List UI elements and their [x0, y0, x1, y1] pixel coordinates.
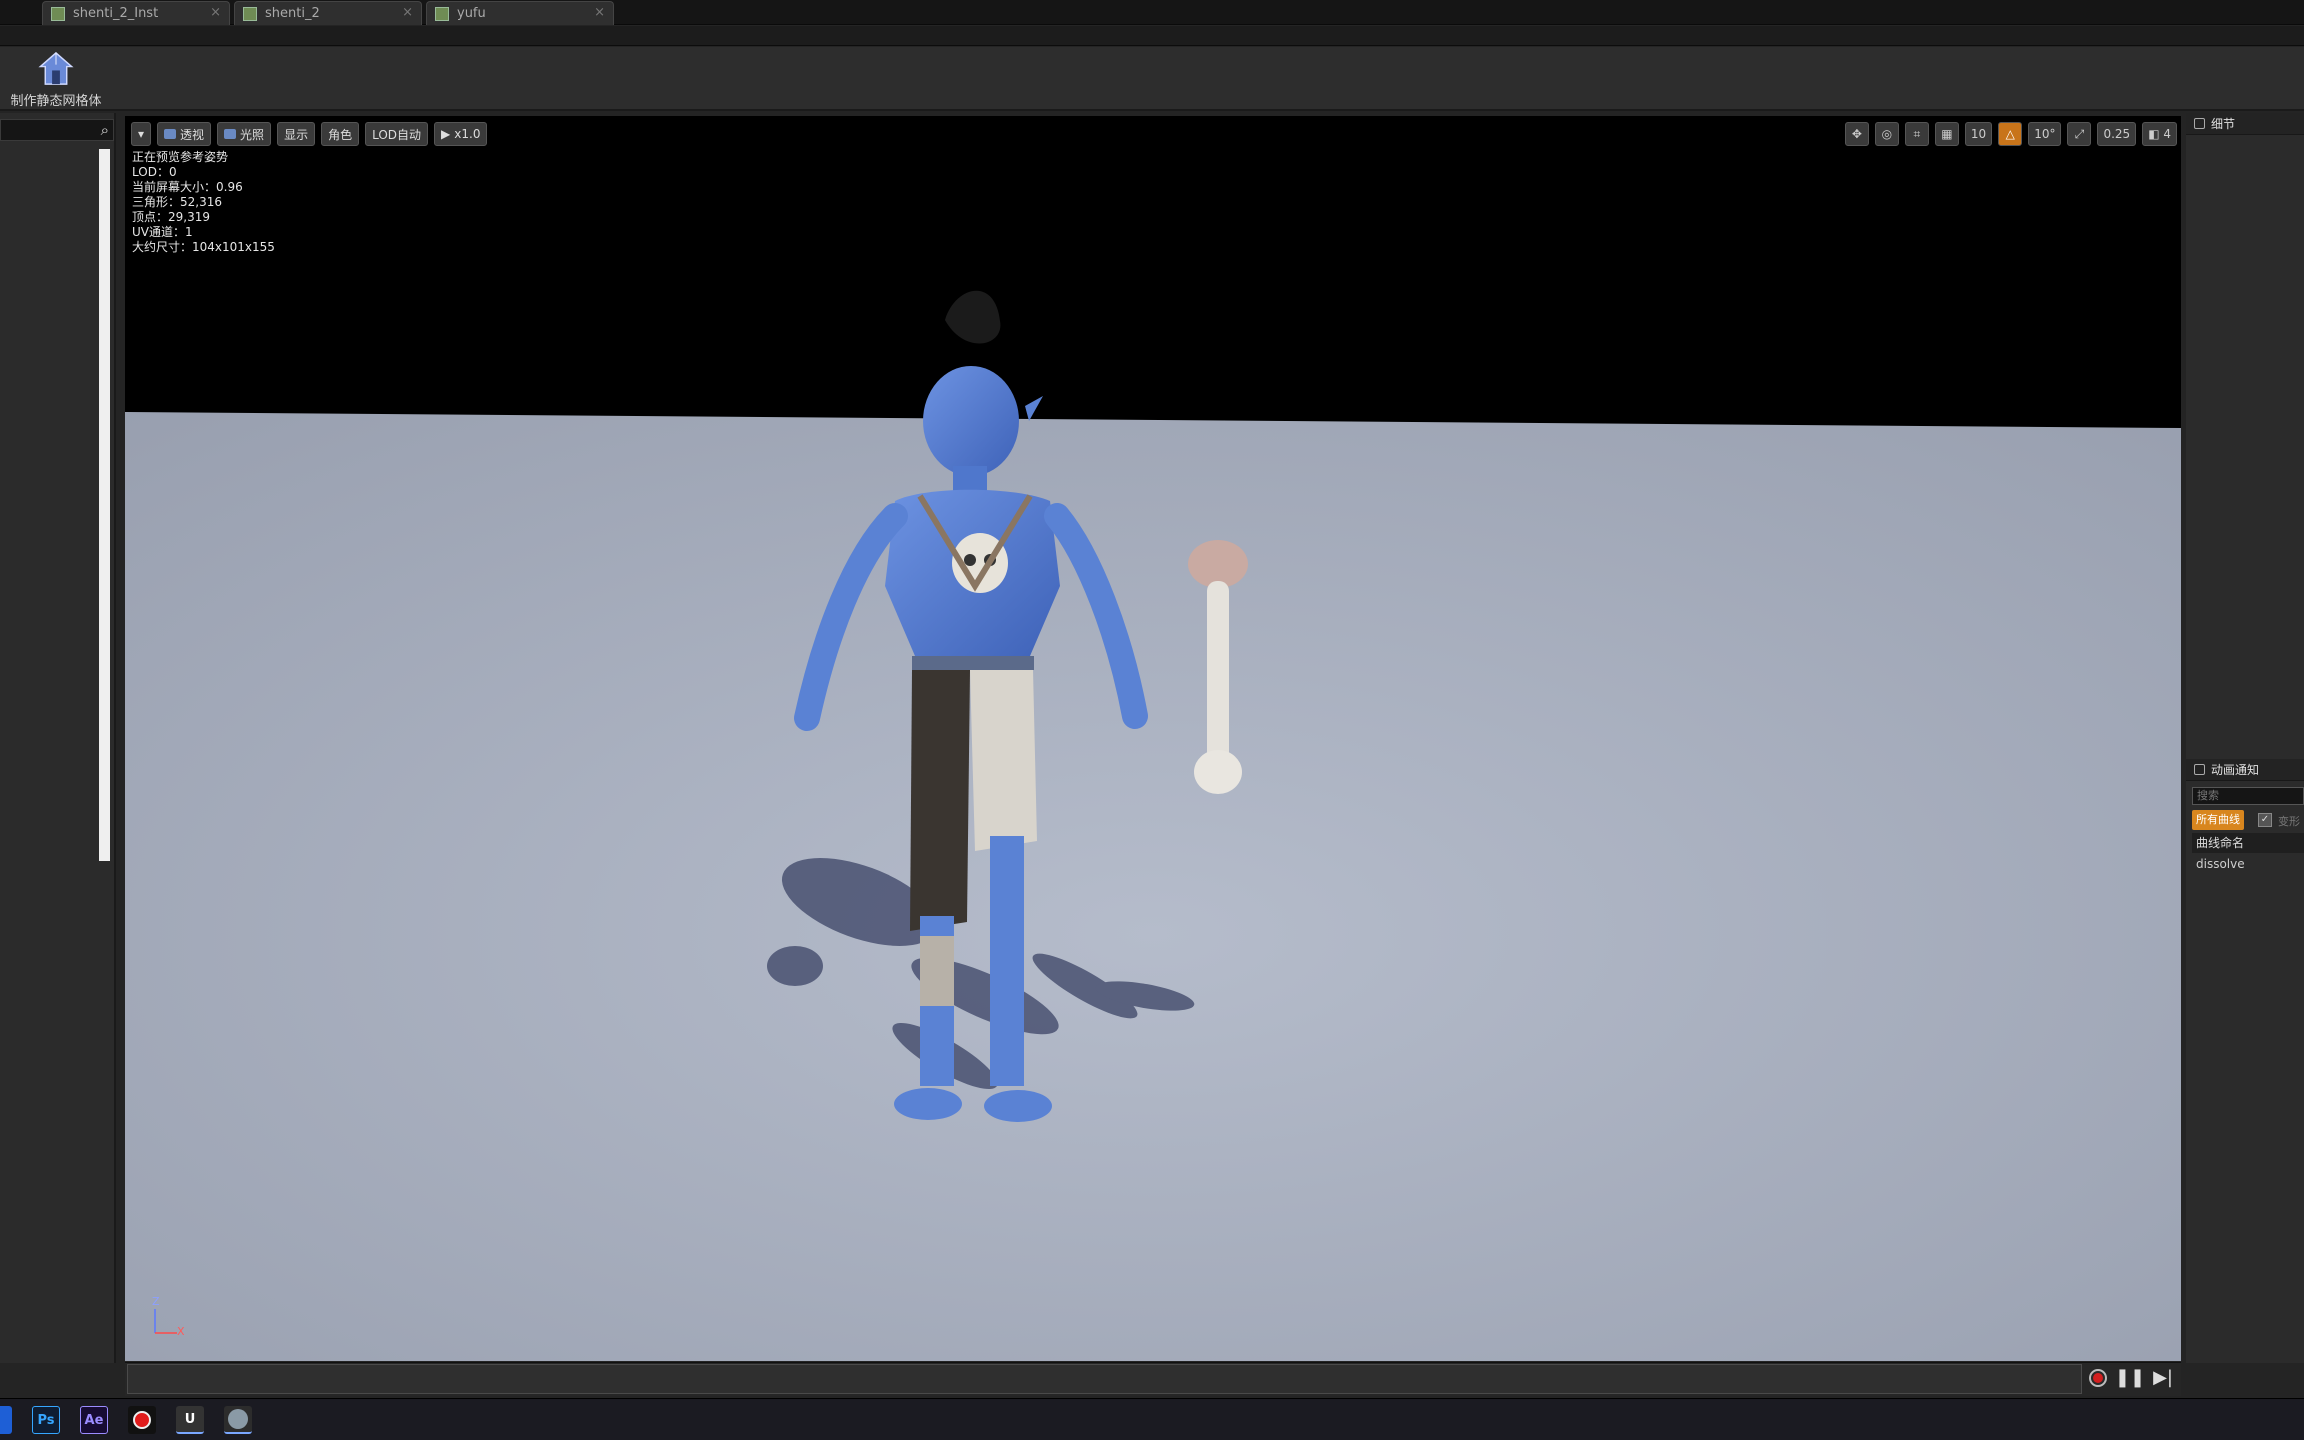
preview-viewport[interactable]: ▾ 透视 光照 显示 角色 LOD自动 ▶ x1.0 ✥ ◎ ⌗ ▦ 10 △ 1… [125, 116, 2181, 1361]
axis-x-label: X [177, 1325, 185, 1338]
unreal-engine-icon[interactable]: U [176, 1406, 204, 1434]
stats-line: 正在预览参考姿势 [132, 150, 229, 164]
tab-strip: shenti_2_Inst × shenti_2 × yufu × [0, 0, 2304, 25]
timeline-track[interactable] [127, 1364, 2082, 1394]
details-title: 细节 [2211, 117, 2236, 131]
details-panel-header[interactable]: 细节 [2186, 113, 2304, 135]
speed-label: x1.0 [454, 127, 481, 141]
morph-checkbox[interactable]: ✓ [2258, 813, 2272, 827]
sphere-icon [224, 129, 237, 139]
tab-yufu[interactable]: yufu × [426, 1, 614, 25]
lod-button[interactable]: LOD自动 [365, 122, 429, 146]
stats-line: 当前屏幕大小：0.96 [132, 180, 243, 194]
grid-snap-value[interactable]: 10 [1964, 122, 1993, 146]
tab-label: shenti_2 [265, 6, 320, 21]
rotation-snap-value[interactable]: 10° [2028, 122, 2062, 146]
viewport-stats: 正在预览参考姿势 LOD：0 当前屏幕大小：0.96 三角形：52,316 顶点… [132, 150, 275, 255]
menu-strip [0, 26, 2304, 46]
stats-line: 顶点：29,319 [132, 210, 210, 224]
step-forward-button[interactable]: ▶| [2153, 1369, 2173, 1387]
close-icon[interactable]: × [210, 5, 221, 20]
curve-search-input[interactable]: 搜索 [2192, 787, 2304, 805]
make-static-mesh-label: 制作静态网格体 [10, 94, 102, 109]
globe-app-icon[interactable] [224, 1406, 252, 1434]
playback-controls: ❚❚ ▶| [2088, 1369, 2173, 1387]
morph-label: 变形 [2278, 815, 2300, 828]
show-button[interactable]: 显示 [277, 122, 316, 146]
play-icon: ▶ [441, 127, 451, 141]
details-icon [2194, 118, 2205, 129]
all-curves-button[interactable]: 所有曲线 [2192, 810, 2244, 830]
curves-icon [2194, 764, 2205, 775]
stats-line: UV通道：1 [132, 225, 193, 239]
perspective-icon [164, 129, 177, 139]
search-input[interactable]: ⌕ [0, 119, 114, 141]
perspective-button[interactable]: 透视 [157, 122, 212, 146]
scale-snap-value[interactable]: 0.25 [2097, 122, 2137, 146]
show-label: 显示 [284, 127, 309, 142]
camera-speed-value: 4 [2163, 127, 2171, 141]
curve-name-header[interactable]: 曲线命名 [2192, 833, 2304, 853]
camera-speed-button[interactable]: ◧ 4 [2142, 122, 2177, 146]
surface-snap-icon[interactable]: ⌗ [1904, 122, 1929, 146]
camera-icon: ◧ [2148, 127, 2160, 141]
lit-button[interactable]: 光照 [217, 122, 272, 146]
start-icon[interactable] [0, 1406, 12, 1434]
anim-curves-title: 动画通知 [2211, 763, 2260, 777]
list-item[interactable]: dissolve [2196, 857, 2245, 871]
tab-shenti-2[interactable]: shenti_2 × [234, 1, 422, 25]
make-static-mesh-button[interactable]: 制作静态网格体 [6, 49, 106, 109]
lod-label: LOD自动 [372, 127, 422, 142]
close-icon[interactable]: × [594, 5, 605, 20]
os-taskbar: Ps Ae U [0, 1398, 2304, 1440]
stats-line: 大约尺寸：104x101x155 [132, 240, 275, 254]
chevron-down-icon: ▾ [138, 127, 145, 141]
material-instance-icon [51, 6, 65, 21]
main-toolbar: 制作静态网格体 [0, 47, 2304, 111]
grid-icon[interactable]: ▦ [1934, 122, 1959, 146]
record-button[interactable] [2088, 1369, 2107, 1387]
stats-line: 三角形：52,316 [132, 195, 222, 209]
pause-button[interactable]: ❚❚ [2115, 1369, 2145, 1387]
editor-window: shenti_2_Inst × shenti_2 × yufu × 制作静态网格… [0, 0, 2304, 1440]
skeletal-mesh-icon [435, 6, 449, 21]
skeleton-tree-panel: ⌕ [0, 113, 116, 1363]
stats-line: LOD：0 [132, 165, 177, 179]
playback-speed-button[interactable]: ▶ x1.0 [434, 122, 488, 146]
world-local-icon[interactable]: ◎ [1874, 122, 1899, 146]
tab-label: shenti_2_Inst [73, 6, 159, 21]
perspective-label: 透视 [180, 127, 205, 142]
scrollbar[interactable] [99, 149, 110, 861]
lit-label: 光照 [240, 127, 265, 142]
photoshop-icon[interactable]: Ps [32, 1406, 60, 1434]
axis-gizmo: Z X [147, 1295, 187, 1339]
record-icon [2092, 1373, 2103, 1383]
character-button[interactable]: 角色 [321, 122, 360, 146]
material-icon [243, 6, 257, 21]
rotation-snap-icon[interactable]: △ [1998, 122, 2023, 146]
close-icon[interactable]: × [402, 5, 413, 20]
tab-shenti-2-inst[interactable]: shenti_2_Inst × [42, 1, 230, 25]
scale-snap-icon[interactable]: ⤢ [2067, 122, 2092, 146]
search-icon: ⌕ [100, 121, 109, 139]
tab-label: yufu [457, 6, 486, 21]
timeline-bar: ❚❚ ▶| [125, 1362, 2181, 1396]
right-panel: 细节 动画通知 搜索 所有曲线 ✓ 变形 曲线命名 dissolve [2186, 113, 2304, 1363]
viewport-toolbar: ▾ 透视 光照 显示 角色 LOD自动 ▶ x1.0 [131, 122, 488, 146]
axis-z-label: Z [152, 1295, 160, 1308]
viewport-options-dropdown[interactable]: ▾ [131, 122, 152, 146]
viewport-snap-toolbar: ✥ ◎ ⌗ ▦ 10 △ 10° ⤢ 0.25 ◧ 4 [1844, 122, 2177, 146]
scene-render [125, 290, 2181, 1361]
recorder-icon[interactable] [128, 1406, 156, 1434]
house-mesh-icon [38, 51, 74, 85]
transform-mode-icon[interactable]: ✥ [1844, 122, 1869, 146]
after-effects-icon[interactable]: Ae [80, 1406, 108, 1434]
character-label: 角色 [328, 127, 353, 142]
anim-curves-panel-header[interactable]: 动画通知 [2186, 759, 2304, 781]
